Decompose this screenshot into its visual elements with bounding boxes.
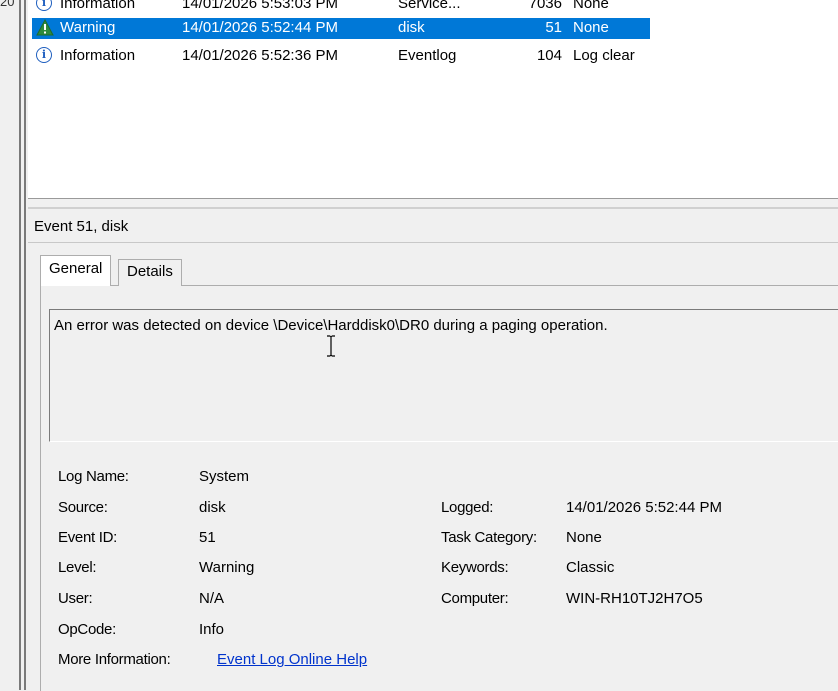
user-label: User: bbox=[58, 590, 93, 607]
left-pane-edge: 20 bbox=[0, 0, 20, 690]
event-row[interactable]: i Information 14/01/2026 5:53:03 PM Serv… bbox=[32, 0, 650, 15]
logged-label: Logged: bbox=[441, 499, 494, 516]
info-icon: i bbox=[36, 47, 54, 65]
event-date: 14/01/2026 5:52:44 PM bbox=[182, 19, 338, 36]
detail-separator bbox=[28, 242, 838, 243]
event-date: 14/01/2026 5:52:36 PM bbox=[182, 47, 338, 64]
event-list[interactable]: i Information 14/01/2026 5:53:03 PM Serv… bbox=[28, 0, 838, 199]
info-icon: i bbox=[36, 0, 54, 13]
event-task: None bbox=[573, 19, 609, 36]
event-row[interactable]: i Information 14/01/2026 5:52:36 PM Even… bbox=[32, 46, 650, 67]
event-id: 7036 bbox=[528, 0, 562, 12]
event-detail-pane: Event 51, disk General Details An error … bbox=[28, 209, 838, 691]
event-level: Information bbox=[60, 0, 136, 12]
keywords-label: Keywords: bbox=[441, 559, 509, 576]
computer-value: WIN-RH10TJ2H7O5 bbox=[566, 590, 703, 607]
tab-details[interactable]: Details bbox=[118, 259, 182, 286]
event-id: 51 bbox=[545, 19, 562, 36]
task-category-label: Task Category: bbox=[441, 529, 537, 546]
event-source: Eventlog bbox=[398, 47, 457, 64]
event-log-help-link[interactable]: Event Log Online Help bbox=[217, 651, 367, 668]
pane-border bbox=[24, 0, 26, 690]
source-label: Source: bbox=[58, 499, 108, 516]
event-date: 14/01/2026 5:53:03 PM bbox=[182, 0, 338, 12]
opcode-value: Info bbox=[199, 621, 225, 638]
event-message: An error was detected on device \Device\… bbox=[54, 317, 608, 334]
warning-icon bbox=[36, 18, 54, 37]
text-cursor-icon bbox=[327, 335, 335, 357]
event-id-label: Event ID: bbox=[58, 529, 117, 546]
event-level: Information bbox=[60, 47, 136, 64]
log-name-value: System bbox=[199, 468, 250, 485]
pane-border bbox=[19, 0, 21, 690]
log-name-label: Log Name: bbox=[58, 468, 129, 485]
event-source: Service... bbox=[398, 0, 461, 12]
keywords-value: Classic bbox=[566, 559, 615, 576]
tab-general[interactable]: General bbox=[40, 255, 112, 286]
left-pane-text: 20 bbox=[0, 0, 15, 9]
event-source: disk bbox=[398, 19, 425, 36]
more-info-label: More Information: bbox=[58, 651, 171, 668]
task-category-value: None bbox=[566, 529, 602, 546]
computer-label: Computer: bbox=[441, 590, 509, 607]
logged-value: 14/01/2026 5:52:44 PM bbox=[566, 499, 722, 516]
event-message-box[interactable]: An error was detected on device \Device\… bbox=[49, 309, 838, 442]
opcode-label: OpCode: bbox=[58, 621, 116, 638]
user-value: N/A bbox=[199, 590, 225, 607]
level-value: Warning bbox=[199, 559, 255, 576]
event-level: Warning bbox=[60, 19, 116, 36]
event-id-value: 51 bbox=[199, 529, 216, 546]
event-task: None bbox=[573, 0, 609, 12]
level-label: Level: bbox=[58, 559, 97, 576]
source-value: disk bbox=[199, 499, 226, 516]
event-task: Log clear bbox=[573, 47, 635, 64]
event-id: 104 bbox=[536, 47, 562, 64]
detail-title: Event 51, disk bbox=[34, 218, 129, 235]
event-row-selected[interactable]: Warning 14/01/2026 5:52:44 PM disk 51 No… bbox=[32, 18, 650, 39]
